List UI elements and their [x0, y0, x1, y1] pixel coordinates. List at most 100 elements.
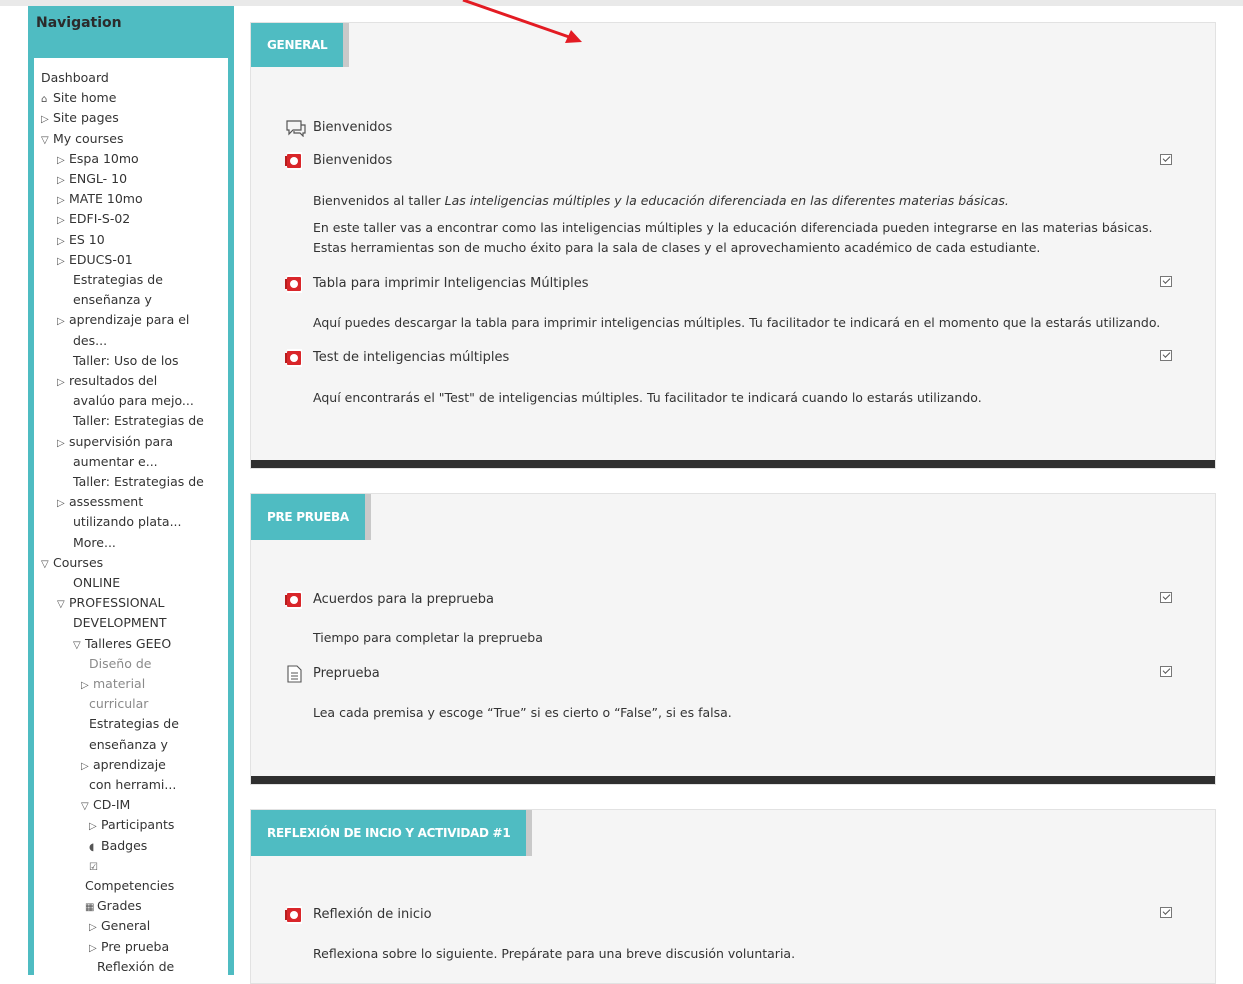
activity-label[interactable]: Acuerdos para la preprueba: [313, 592, 494, 607]
nav-item[interactable]: con herrami...: [89, 775, 176, 795]
completion-checkbox[interactable]: [1160, 666, 1172, 677]
nav-item-label[interactable]: Estrategias de: [73, 272, 163, 287]
nav-item[interactable]: ▷ assessment: [57, 492, 143, 514]
nav-item[interactable]: ▷ Participants: [89, 815, 174, 837]
activity-pdf-bienvenidos[interactable]: Bienvenidos: [285, 151, 392, 171]
nav-item[interactable]: Estrategias de: [73, 270, 163, 290]
nav-item[interactable]: ▷ EDUCS-01: [57, 250, 133, 272]
nav-item-label[interactable]: enseñanza y: [73, 292, 152, 307]
activity-pdf-acuerdos[interactable]: Acuerdos para la preprueba: [285, 590, 494, 610]
nav-item-label[interactable]: Talleres GEEO: [85, 636, 171, 651]
nav-item[interactable]: ▷ MATE 10mo: [57, 189, 143, 211]
nav-item-label[interactable]: Competencies: [85, 878, 174, 893]
nav-item[interactable]: ▷ ENGL- 10: [57, 169, 127, 191]
nav-item[interactable]: ▷ General: [89, 916, 150, 938]
section-tab-general[interactable]: GENERAL: [251, 23, 350, 67]
completion-checkbox[interactable]: [1160, 154, 1172, 165]
nav-item[interactable]: Taller: Uso de los: [73, 351, 178, 371]
activity-label[interactable]: Bienvenidos: [313, 153, 392, 168]
nav-item[interactable]: enseñanza y: [89, 735, 168, 755]
nav-item-label[interactable]: Taller: Estrategias de: [73, 474, 204, 489]
nav-item[interactable]: ☑: [89, 856, 101, 878]
activity-label[interactable]: Bienvenidos: [313, 120, 392, 135]
activity-pdf-tabla[interactable]: Tabla para imprimir Inteligencias Múltip…: [285, 274, 589, 294]
activity-forum-bienvenidos[interactable]: Bienvenidos: [285, 118, 392, 138]
nav-item[interactable]: ▷ Pre prueba: [89, 937, 169, 959]
nav-item-label[interactable]: resultados del: [69, 373, 157, 388]
nav-item-label[interactable]: Courses: [53, 555, 103, 570]
nav-item-label[interactable]: ES 10: [69, 232, 105, 247]
activity-pdf-test[interactable]: Test de inteligencias múltiples: [285, 348, 509, 368]
nav-item[interactable]: curricular: [89, 694, 148, 714]
completion-checkbox[interactable]: [1160, 907, 1172, 918]
nav-item-label[interactable]: des...: [73, 333, 107, 348]
nav-item-label[interactable]: Site pages: [53, 110, 119, 125]
nav-item[interactable]: aumentar e...: [73, 452, 158, 472]
nav-item[interactable]: avalúo para mejo...: [73, 391, 194, 411]
activity-label[interactable]: Test de inteligencias múltiples: [313, 350, 509, 365]
nav-item-label[interactable]: Diseño de: [89, 656, 151, 671]
nav-item[interactable]: DEVELOPMENT: [73, 613, 167, 633]
nav-item[interactable]: ▽ My courses: [41, 129, 123, 151]
nav-item[interactable]: ◖ Badges: [89, 836, 147, 858]
nav-item[interactable]: ▷ EDFI-S-02: [57, 209, 130, 231]
activity-label[interactable]: Reflexión de inicio: [313, 907, 432, 922]
nav-item-label[interactable]: Reflexión de: [97, 959, 174, 974]
nav-item-label[interactable]: avalúo para mejo...: [73, 393, 194, 408]
nav-item-label[interactable]: General: [101, 918, 150, 933]
nav-item-label[interactable]: Taller: Estrategias de: [73, 413, 204, 428]
nav-item-label[interactable]: utilizando plata...: [73, 514, 182, 529]
nav-item-label[interactable]: Participants: [101, 817, 174, 832]
nav-item[interactable]: ▽ Talleres GEEO: [73, 634, 171, 656]
completion-checkbox[interactable]: [1160, 350, 1172, 361]
activity-quiz-preprueba[interactable]: Preprueba: [285, 664, 380, 684]
nav-item[interactable]: ▷ resultados del: [57, 371, 157, 393]
nav-item-label[interactable]: Espa 10mo: [69, 151, 139, 166]
nav-item-label[interactable]: Grades: [97, 898, 142, 913]
nav-item-label[interactable]: Taller: Uso de los: [73, 353, 178, 368]
nav-item[interactable]: Taller: Estrategias de: [73, 472, 204, 492]
section-tab-reflexion[interactable]: REFLEXIÓN DE INCIO Y ACTIVIDAD #1: [251, 810, 533, 856]
nav-item-label[interactable]: EDFI-S-02: [69, 211, 130, 226]
nav-item[interactable]: ▷ aprendizaje para el: [57, 310, 189, 332]
nav-item-label[interactable]: EDUCS-01: [69, 252, 133, 267]
activity-label[interactable]: Tabla para imprimir Inteligencias Múltip…: [313, 276, 589, 291]
section-tab-pre-prueba[interactable]: PRE PRUEBA: [251, 494, 371, 540]
nav-item[interactable]: ▷ ES 10: [57, 230, 105, 252]
nav-item-label[interactable]: aprendizaje: [93, 757, 166, 772]
activity-pdf-reflexion[interactable]: Reflexión de inicio: [285, 905, 432, 925]
completion-checkbox[interactable]: [1160, 592, 1172, 603]
nav-item-label[interactable]: aprendizaje para el: [69, 312, 189, 327]
nav-item[interactable]: ▽ PROFESSIONAL: [57, 593, 164, 615]
nav-item[interactable]: ONLINE: [73, 573, 120, 593]
nav-item[interactable]: ▷ Site pages: [41, 108, 119, 130]
nav-item-label[interactable]: Estrategias de: [89, 716, 179, 731]
nav-item-label[interactable]: Pre prueba: [101, 939, 169, 954]
nav-item[interactable]: ▽ CD-IM: [81, 795, 130, 817]
nav-item-label[interactable]: PROFESSIONAL: [69, 595, 164, 610]
nav-item-label[interactable]: My courses: [53, 131, 123, 146]
nav-item-label[interactable]: aumentar e...: [73, 454, 158, 469]
nav-item[interactable]: des...: [73, 331, 107, 351]
nav-item-label[interactable]: ONLINE: [73, 575, 120, 590]
nav-item-label[interactable]: con herrami...: [89, 777, 176, 792]
nav-item-label[interactable]: MATE 10mo: [69, 191, 143, 206]
nav-item-label[interactable]: curricular: [89, 696, 148, 711]
nav-item[interactable]: ▷ supervisión para: [57, 432, 173, 454]
nav-item-label[interactable]: ENGL- 10: [69, 171, 127, 186]
nav-item[interactable]: ▷ material: [81, 674, 145, 696]
nav-item-label[interactable]: Badges: [101, 838, 147, 853]
nav-item[interactable]: Diseño de: [89, 654, 151, 674]
nav-item-label[interactable]: enseñanza y: [89, 737, 168, 752]
nav-item-label[interactable]: Dashboard: [41, 70, 109, 85]
nav-item[interactable]: Taller: Estrategias de: [73, 411, 204, 431]
nav-item-label[interactable]: assessment: [69, 494, 143, 509]
nav-item[interactable]: Competencies: [85, 876, 174, 896]
nav-item[interactable]: ▦ Grades: [85, 896, 142, 918]
activity-label[interactable]: Preprueba: [313, 666, 380, 681]
nav-item[interactable]: Reflexión de: [97, 957, 174, 975]
nav-item[interactable]: ▽ Courses: [41, 553, 103, 575]
nav-item[interactable]: ▷ Espa 10mo: [57, 149, 139, 171]
nav-item[interactable]: More...: [73, 533, 116, 553]
nav-item[interactable]: Dashboard: [41, 68, 109, 88]
